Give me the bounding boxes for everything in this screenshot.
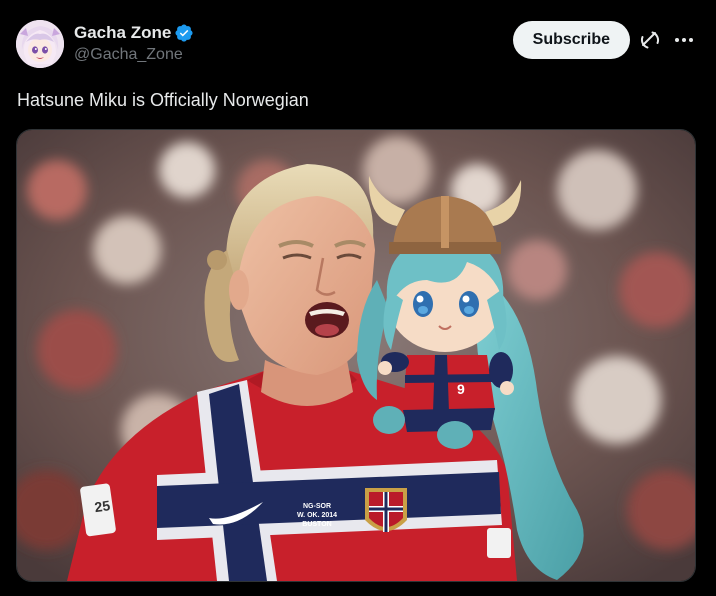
author-names: Gacha Zone @Gacha_Zone bbox=[74, 22, 194, 64]
tweet-header: Gacha Zone @Gacha_Zone Subscribe bbox=[16, 18, 700, 70]
tweet-media-image[interactable]: NG-SOR W. OK. 2014 BUSTON 25 9 bbox=[16, 129, 696, 582]
tweet-card: Gacha Zone @Gacha_Zone Subscribe Hatsune… bbox=[0, 0, 716, 596]
display-name[interactable]: Gacha Zone bbox=[74, 23, 171, 43]
avatar[interactable] bbox=[16, 20, 64, 68]
verified-badge-icon[interactable] bbox=[174, 23, 194, 43]
match-patch-line3: BUSTON bbox=[302, 521, 331, 528]
jersey-number: 9 bbox=[457, 381, 465, 397]
grok-icon[interactable] bbox=[638, 28, 662, 52]
photo-soccer-player-with-miku-plush: NG-SOR W. OK. 2014 BUSTON 25 9 bbox=[17, 130, 695, 581]
norway-crest-icon bbox=[365, 488, 407, 532]
match-patch-line1: NG-SOR bbox=[303, 503, 331, 510]
anime-girl-avatar-icon bbox=[16, 20, 64, 68]
display-name-row: Gacha Zone bbox=[74, 22, 194, 44]
tweet-text: Hatsune Miku is Officially Norwegian bbox=[17, 90, 309, 110]
more-dots-icon[interactable] bbox=[672, 28, 696, 52]
subscribe-button[interactable]: Subscribe bbox=[512, 21, 630, 59]
match-patch-line2: W. OK. 2014 bbox=[297, 512, 337, 519]
svg-text:25: 25 bbox=[93, 497, 111, 515]
author-handle[interactable]: @Gacha_Zone bbox=[74, 46, 194, 64]
